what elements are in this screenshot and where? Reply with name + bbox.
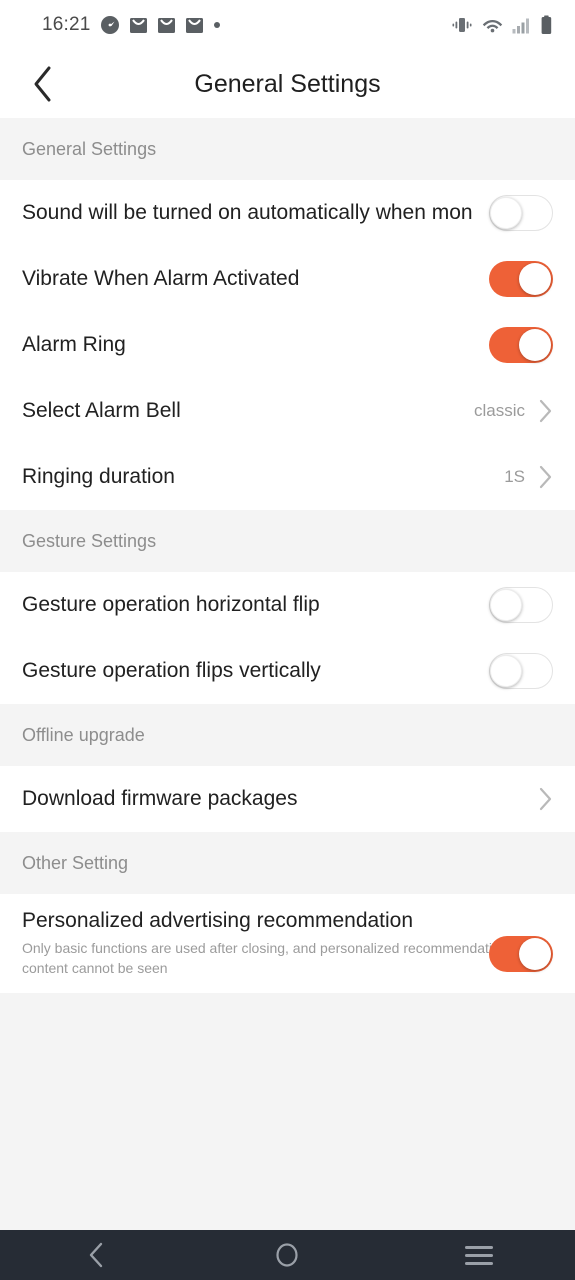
section-group-other: Personalized advertising recommendation … [0, 894, 575, 993]
vibrate-icon [451, 16, 473, 34]
setting-row-select-alarm-bell[interactable]: Select Alarm Bell classic [0, 378, 575, 444]
setting-label: Gesture operation flips vertically [22, 659, 321, 683]
setting-label: Download firmware packages [22, 787, 298, 811]
row-text-wrap: Download firmware packages [22, 786, 539, 811]
setting-row-gesture-vertical-flip[interactable]: Gesture operation flips vertically [0, 638, 575, 704]
status-bar-right [451, 15, 553, 35]
setting-subtitle: Only basic functions are used after clos… [22, 940, 508, 977]
row-text-wrap: Select Alarm Bell [22, 398, 474, 423]
status-bar-left: 16:21 [42, 14, 451, 36]
setting-label: Vibrate When Alarm Activated [22, 267, 300, 291]
row-text-wrap: Gesture operation flips vertically [22, 658, 489, 683]
toggle-gesture-vertical-flip[interactable] [489, 653, 553, 689]
toggle-knob [519, 263, 551, 295]
row-text-wrap: Vibrate When Alarm Activated [22, 266, 489, 291]
status-bar: 16:21 [0, 0, 575, 50]
setting-row-download-firmware[interactable]: Download firmware packages [0, 766, 575, 832]
mail-icon [157, 16, 176, 35]
section-group-offline-upgrade: Download firmware packages [0, 766, 575, 832]
toggle-knob [490, 196, 522, 229]
toggle-gesture-horizontal-flip[interactable] [489, 587, 553, 623]
wifi-icon [482, 17, 503, 34]
setting-label: Ringing duration [22, 465, 175, 489]
nav-back-icon [89, 1242, 103, 1268]
setting-row-alarm-ring[interactable]: Alarm Ring [0, 312, 575, 378]
mail-icon [129, 16, 148, 35]
setting-row-sound-auto[interactable]: Sound will be turned on automatically wh… [0, 180, 575, 246]
section-header-offline-upgrade: Offline upgrade [0, 704, 575, 766]
setting-value-alarm-bell: classic [473, 401, 525, 420]
dot-icon [213, 21, 221, 29]
page-title: General Settings [194, 69, 381, 98]
nav-back-button[interactable] [41, 1230, 151, 1280]
chevron-right-icon [539, 787, 552, 811]
status-clock: 16:21 [42, 14, 91, 35]
section-group-general: Sound will be turned on automatically wh… [0, 180, 575, 510]
toggle-personalized-ads[interactable] [489, 936, 553, 972]
toggle-sound-auto[interactable] [489, 195, 553, 231]
signal-icon [512, 17, 531, 34]
settings-list: General Settings Sound will be turned on… [0, 118, 575, 1230]
setting-label: Select Alarm Bell [22, 399, 181, 423]
toggle-alarm-ring[interactable] [489, 327, 553, 363]
mail-icon [185, 16, 204, 35]
setting-label: Alarm Ring [22, 333, 126, 357]
section-header-gesture: Gesture Settings [0, 510, 575, 572]
toggle-knob [519, 329, 551, 361]
setting-row-gesture-horizontal-flip[interactable]: Gesture operation horizontal flip [0, 572, 575, 638]
section-header-general: General Settings [0, 118, 575, 180]
row-text-wrap: Gesture operation horizontal flip [22, 592, 489, 617]
battery-icon [540, 15, 553, 35]
setting-row-personalized-ads[interactable]: Personalized advertising recommendation … [0, 894, 575, 993]
app-bar: General Settings [0, 50, 575, 118]
setting-label: Personalized advertising recommendation [22, 909, 414, 932]
back-chevron-icon [34, 66, 51, 102]
section-header-other: Other Setting [0, 832, 575, 894]
chevron-right-icon [539, 465, 552, 489]
nav-home-icon [276, 1243, 299, 1267]
setting-row-ringing-duration[interactable]: Ringing duration 1S [0, 444, 575, 510]
back-button[interactable] [12, 53, 74, 115]
nav-home-button[interactable] [232, 1230, 342, 1280]
row-text-wrap: Alarm Ring [22, 332, 489, 357]
setting-row-vibrate[interactable]: Vibrate When Alarm Activated [0, 246, 575, 312]
setting-label: Gesture operation horizontal flip [22, 593, 320, 617]
toggle-knob [490, 588, 522, 621]
section-group-gesture: Gesture operation horizontal flip Gestur… [0, 572, 575, 704]
row-text-wrap: Ringing duration [22, 464, 504, 489]
nav-recents-icon [465, 1241, 494, 1270]
toggle-vibrate[interactable] [489, 261, 553, 297]
setting-value-ringing-duration: 1S [504, 467, 525, 486]
nav-recents-button[interactable] [424, 1230, 534, 1280]
row-text-wrap: Personalized advertising recommendation … [22, 908, 553, 979]
speedometer-icon [100, 15, 120, 35]
system-nav-bar [0, 1230, 575, 1280]
toggle-knob [490, 654, 522, 687]
row-text-wrap: Sound will be turned on automatically wh… [22, 200, 553, 225]
setting-label: Sound will be turned on automatically wh… [22, 201, 473, 225]
chevron-right-icon [539, 399, 552, 423]
toggle-knob [519, 938, 551, 970]
